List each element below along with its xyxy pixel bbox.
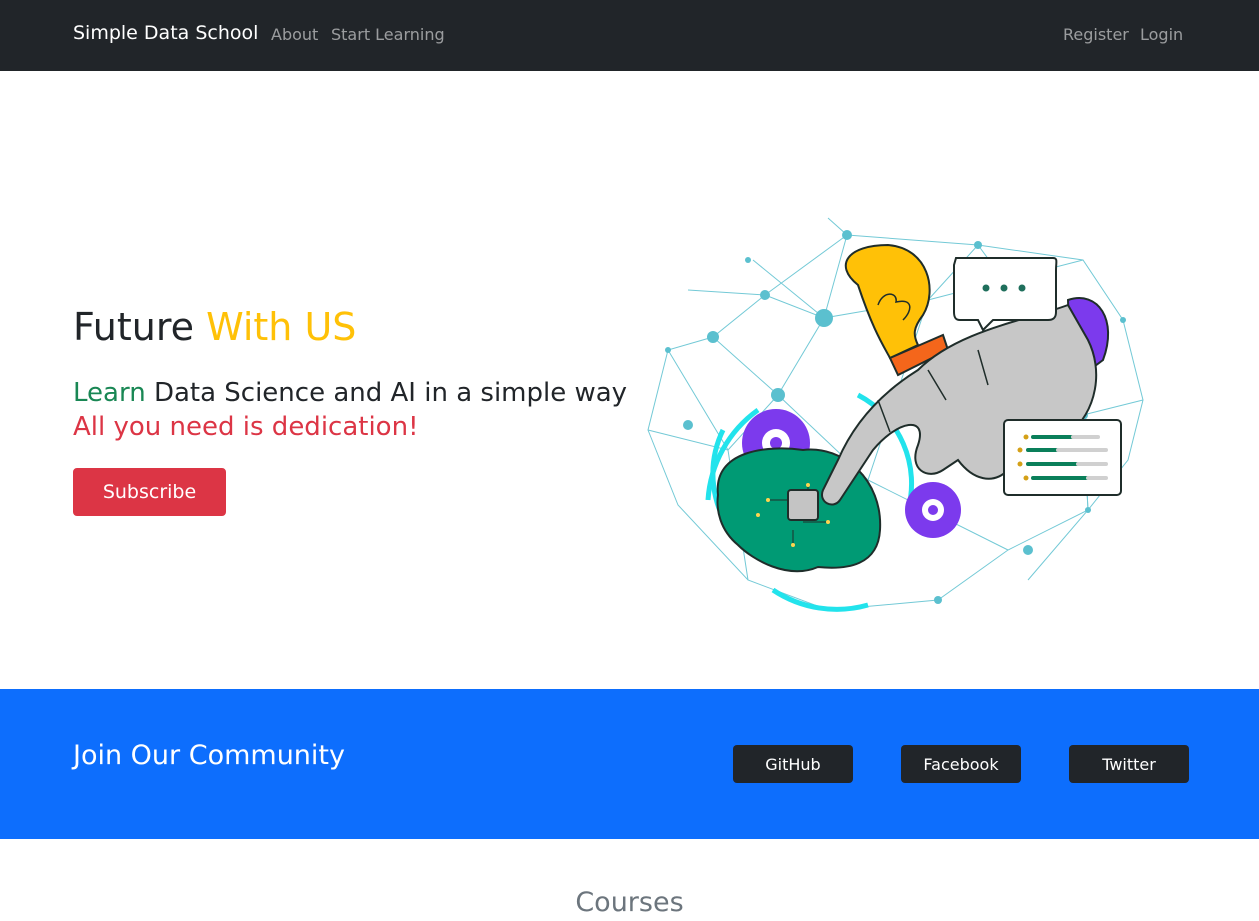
speech-bubble-icon: [953, 257, 1058, 332]
checklist-card-icon: [1003, 419, 1122, 496]
hero-tagline: Learn Data Science and AI in a simple wa…: [73, 377, 627, 409]
robot-hand-brain-illustration: [647, 217, 1144, 612]
hero-dedication-text: All you need is dedication!: [73, 412, 419, 442]
twitter-button[interactable]: Twitter: [1069, 745, 1189, 783]
nav-link-about[interactable]: About: [271, 25, 318, 44]
chip-icon: [787, 489, 819, 521]
subscribe-button[interactable]: Subscribe: [73, 468, 226, 516]
hero-tagline-accent: Learn: [73, 378, 146, 408]
community-title: Join Our Community: [73, 740, 345, 771]
courses-title: Courses: [575, 887, 684, 918]
navbar-brand[interactable]: Simple Data School: [73, 22, 258, 44]
facebook-button[interactable]: Facebook: [901, 745, 1021, 783]
nav-link-start-learning[interactable]: Start Learning: [331, 25, 445, 44]
nav-link-login[interactable]: Login: [1140, 25, 1183, 44]
hero-title-main: Future: [73, 305, 195, 349]
hero-tagline-rest: Data Science and AI in a simple way: [153, 378, 628, 408]
hero-title-accent: With US: [206, 305, 357, 349]
hero-title: Future With US: [73, 303, 356, 351]
nav-link-register[interactable]: Register: [1063, 25, 1129, 44]
community-section: Join Our Community GitHub Facebook Twitt…: [0, 689, 1259, 839]
top-navbar: Simple Data School About Start Learning …: [0, 0, 1259, 71]
light-bulb-icon: [844, 243, 950, 377]
github-button[interactable]: GitHub: [733, 745, 853, 783]
